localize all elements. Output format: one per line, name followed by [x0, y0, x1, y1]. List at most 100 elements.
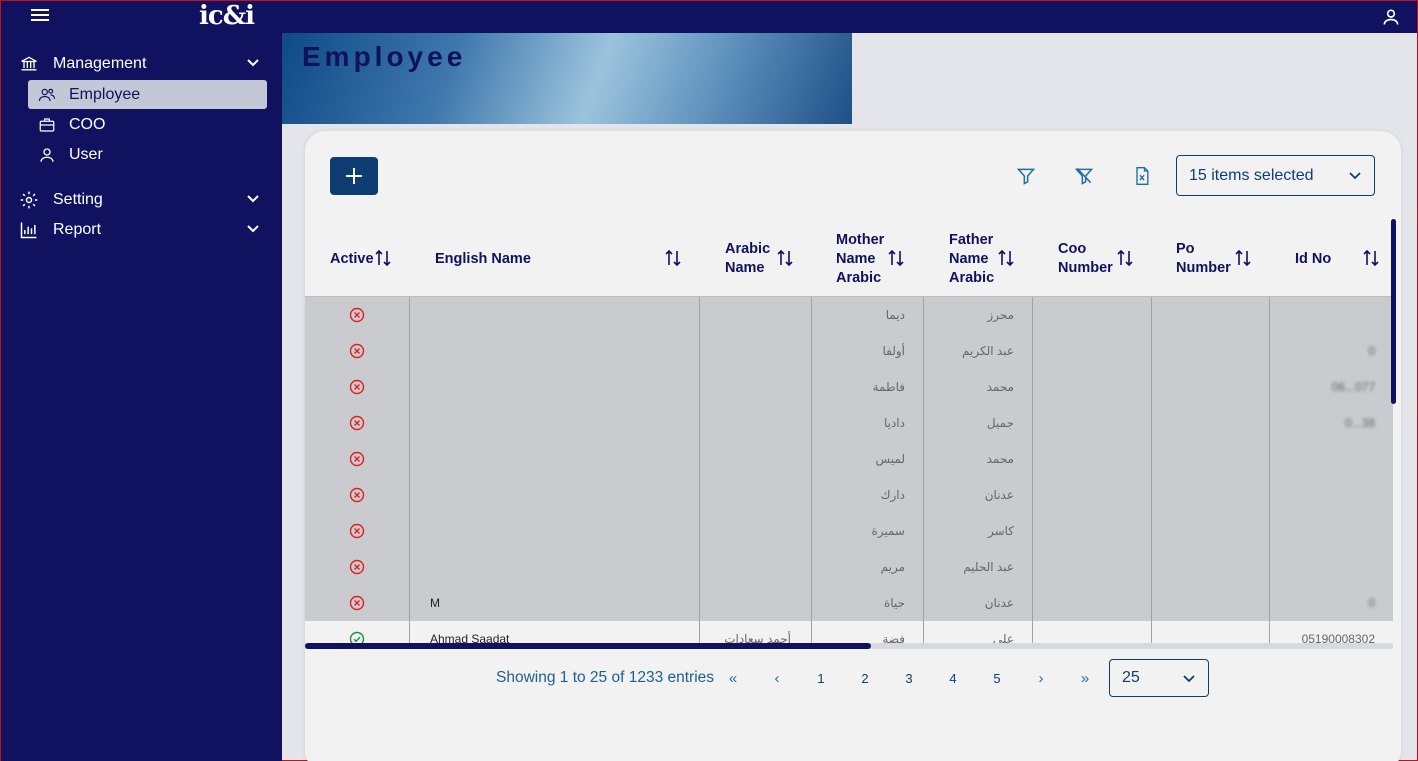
vertical-scrollbar[interactable]	[1391, 219, 1396, 404]
sort-icon[interactable]	[777, 249, 793, 267]
next-page-button[interactable]: ›	[1029, 666, 1053, 690]
inactive-x-icon	[349, 549, 369, 585]
filter-icon[interactable]	[1016, 166, 1036, 186]
cell-arabic-name	[705, 585, 791, 621]
add-employee-button[interactable]	[330, 157, 378, 195]
cell-english-name	[430, 441, 690, 477]
cell-father: كاسر	[987, 524, 1014, 538]
column-divider	[699, 297, 700, 649]
sidebar-item-label: User	[69, 145, 103, 163]
cell-mother: حياة	[884, 596, 905, 610]
cell-coo	[1038, 369, 1138, 405]
table-row[interactable]: أولفا عبد الكريم 0	[305, 333, 1393, 369]
column-divider	[1151, 297, 1152, 649]
cell-english-name: M	[430, 596, 440, 610]
user-account-icon[interactable]	[1381, 7, 1401, 27]
sidebar-group-label: Report	[53, 221, 102, 238]
page-size-dropdown[interactable]: 25	[1109, 659, 1209, 697]
excel-export-icon[interactable]	[1132, 166, 1152, 186]
chevron-down-icon	[1349, 172, 1361, 180]
column-header-english-name[interactable]: English Name	[435, 221, 695, 297]
table-row[interactable]: فاطمة محمد 06...077	[305, 369, 1393, 405]
cell-mother: أولفا	[882, 344, 905, 358]
cell-arabic-name	[705, 405, 791, 441]
inactive-x-icon	[349, 333, 369, 369]
page-1-button[interactable]: 1	[809, 666, 833, 690]
inactive-x-icon	[349, 513, 369, 549]
sort-icon[interactable]	[375, 249, 391, 267]
cell-english-name	[430, 477, 690, 513]
sort-icon[interactable]	[1235, 249, 1251, 267]
column-header-father-name[interactable]: Father Name Arabic	[949, 221, 1039, 297]
first-page-button[interactable]: «	[721, 666, 745, 690]
table-row[interactable]: لميس محمد	[305, 441, 1393, 477]
briefcase-icon	[39, 117, 55, 132]
sort-icon[interactable]	[1117, 249, 1133, 267]
cell-po	[1157, 549, 1257, 585]
column-divider	[409, 297, 410, 649]
column-divider	[811, 297, 812, 649]
cell-english-name	[430, 369, 690, 405]
table-body: ديما محرز أولفا عبد الكريم 0 فاطمة محمد 06...07…	[305, 297, 1393, 647]
sidebar-group-management[interactable]: Management	[19, 51, 264, 77]
column-header-id-no[interactable]: Id No	[1295, 221, 1385, 297]
cell-arabic-name	[705, 441, 791, 477]
cell-english-name	[430, 333, 690, 369]
column-select-value: 15 items selected	[1189, 166, 1314, 184]
column-header-coo-number[interactable]: Coo Number	[1058, 221, 1158, 297]
column-header-active[interactable]: Active	[330, 221, 410, 297]
page-5-button[interactable]: 5	[985, 666, 1009, 690]
sort-icon[interactable]	[1363, 249, 1379, 267]
last-page-button[interactable]: »	[1073, 666, 1097, 690]
sort-icon[interactable]	[665, 249, 681, 267]
table-row[interactable]: مريم عبد الحليم	[305, 549, 1393, 585]
column-header-mother-name[interactable]: Mother Name Arabic	[836, 221, 926, 297]
page-3-button[interactable]: 3	[897, 666, 921, 690]
horizontal-scrollbar[interactable]	[305, 643, 871, 649]
table-row[interactable]: سميرة كاسر	[305, 513, 1393, 549]
column-select-dropdown[interactable]: 15 items selected	[1176, 155, 1375, 196]
cell-english-name	[430, 297, 690, 333]
inactive-x-icon	[349, 405, 369, 441]
cell-id	[1275, 441, 1375, 477]
cell-coo	[1038, 549, 1138, 585]
sidebar-item-employee[interactable]: Employee	[28, 80, 267, 109]
sidebar-group-label: Management	[53, 55, 147, 72]
previous-page-button[interactable]: ‹	[765, 666, 789, 690]
cell-father: عدنان	[984, 488, 1014, 502]
cell-father: محمد	[986, 452, 1014, 466]
sort-icon[interactable]	[888, 249, 904, 267]
cell-mother: ديما	[885, 308, 905, 322]
cell-father: عدنان	[984, 596, 1014, 610]
cell-father: محمد	[986, 380, 1014, 394]
cell-id: 0...38	[1344, 416, 1375, 430]
page-4-button[interactable]: 4	[941, 666, 965, 690]
cell-mother: دارك	[880, 488, 905, 502]
cell-arabic-name	[705, 513, 791, 549]
table-row[interactable]: M حياة عدنان 0	[305, 585, 1393, 621]
cell-id: 0	[1368, 344, 1375, 358]
cell-coo	[1038, 585, 1138, 621]
page-2-button[interactable]: 2	[853, 666, 877, 690]
sort-icon[interactable]	[998, 249, 1014, 267]
cell-coo	[1038, 513, 1138, 549]
bank-icon	[21, 56, 37, 71]
column-header-po-number[interactable]: Po Number	[1176, 221, 1276, 297]
table-row[interactable]: دارك عدنان	[305, 477, 1393, 513]
sidebar-item-coo[interactable]: COO	[28, 110, 267, 139]
cell-id	[1275, 549, 1375, 585]
sidebar-group-report[interactable]: Report	[19, 217, 264, 243]
menu-icon[interactable]	[31, 9, 49, 23]
clear-filter-icon[interactable]	[1074, 166, 1094, 186]
sidebar-group-setting[interactable]: Setting	[19, 187, 264, 213]
sidebar: Management Employee COO User Setting Rep…	[1, 33, 282, 761]
cell-father: عبد الكريم	[962, 344, 1014, 358]
inactive-x-icon	[349, 585, 369, 621]
sidebar-item-user[interactable]: User	[28, 140, 267, 169]
table-row[interactable]: ديما محرز	[305, 297, 1393, 333]
table-row[interactable]: داديا جميل 0...38	[305, 405, 1393, 441]
cell-mother: سميرة	[871, 524, 905, 538]
column-header-arabic-name[interactable]: Arabic Name	[725, 221, 815, 297]
cell-po	[1157, 585, 1257, 621]
cell-arabic-name	[705, 549, 791, 585]
